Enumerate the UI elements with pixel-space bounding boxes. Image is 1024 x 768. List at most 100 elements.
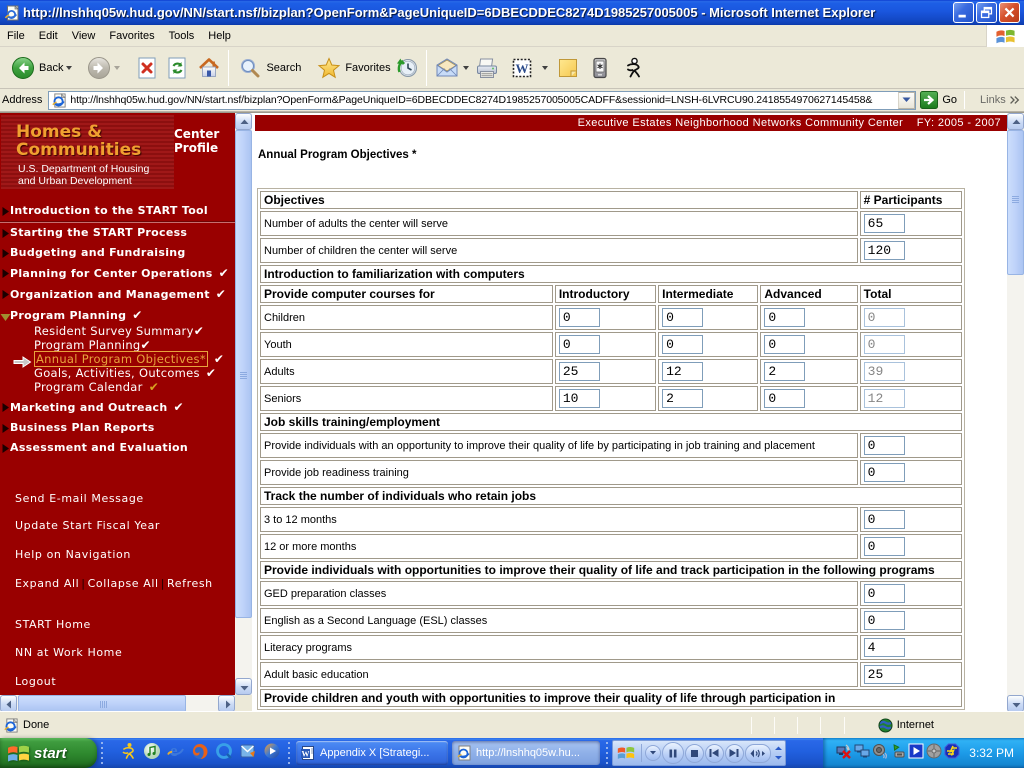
sidebar-link-update-start-fiscal-year[interactable]: Update Start Fiscal Year — [0, 520, 235, 532]
participants-input[interactable] — [864, 638, 905, 657]
left-frame-hscrollbar[interactable] — [0, 695, 235, 712]
main-vscrollbar[interactable] — [1007, 113, 1024, 712]
mail-dropdown[interactable] — [463, 66, 469, 70]
go-button[interactable]: Go — [920, 91, 957, 109]
quicklaunch-itunes-icon[interactable] — [140, 742, 164, 765]
tray-media-play-icon[interactable] — [907, 743, 925, 764]
tray-disc-icon[interactable] — [925, 743, 943, 764]
sidebar-link-expand-all[interactable]: Expand All — [15, 577, 79, 590]
edit-with-word-button[interactable]: W — [506, 49, 552, 87]
count-input[interactable] — [559, 335, 600, 354]
menu-view[interactable]: View — [65, 27, 103, 45]
taskband-grip[interactable] — [286, 742, 292, 764]
count-input[interactable] — [662, 335, 703, 354]
nav-item-budgeting-and-fundraising[interactable]: Budgeting and Fundraising — [0, 243, 235, 263]
print-button[interactable] — [470, 49, 504, 87]
left-vscroll-up-button[interactable] — [235, 113, 252, 130]
nav-item-planning-for-center-operations[interactable]: Planning for Center Operations✔ — [0, 263, 235, 284]
sidebar-link-help-on-navigation[interactable]: Help on Navigation — [0, 549, 235, 561]
start-button[interactable]: start — [0, 738, 97, 768]
participants-input[interactable] — [864, 665, 905, 684]
count-input[interactable] — [559, 308, 600, 327]
count-input[interactable] — [559, 389, 600, 408]
quicklaunch-firefox-icon[interactable] — [188, 742, 212, 765]
participants-input[interactable] — [864, 436, 905, 455]
left-hscroll-left-button[interactable] — [0, 695, 17, 712]
nav-item-business-plan-reports[interactable]: Business Plan Reports — [0, 418, 235, 438]
search-button[interactable]: Search — [234, 49, 305, 87]
left-vscroll-thumb[interactable] — [235, 130, 252, 618]
aim-button[interactable] — [617, 49, 649, 87]
favorites-button[interactable]: Favorites — [313, 49, 394, 87]
participants-input[interactable] — [864, 537, 905, 556]
sidebar-link-send-e-mail-message[interactable]: Send E-mail Message — [0, 493, 235, 505]
address-input[interactable]: http://lnshhq05w.hud.gov/NN/start.nsf/bi… — [48, 91, 916, 110]
participants-input[interactable] — [864, 584, 905, 603]
forward-dropdown[interactable] — [114, 66, 120, 70]
sidebar-link-nn-at-work-home[interactable]: NN at Work Home — [0, 647, 235, 659]
messenger-button[interactable] — [585, 49, 615, 87]
count-input[interactable] — [764, 308, 805, 327]
wmp-previous-button[interactable] — [705, 744, 724, 763]
nav-item-marketing-and-outreach[interactable]: Marketing and Outreach✔ — [0, 397, 235, 418]
tray-speaker-icon[interactable] — [871, 743, 889, 764]
sidebar-link-collapse-all[interactable]: Collapse All — [88, 577, 159, 590]
menu-tools[interactable]: Tools — [162, 27, 202, 45]
minimize-button[interactable] — [953, 2, 974, 23]
quicklaunch-outlook-icon[interactable] — [236, 742, 260, 765]
menu-edit[interactable]: Edit — [32, 27, 65, 45]
word-edit-dropdown[interactable] — [542, 66, 548, 70]
back-dropdown[interactable] — [66, 66, 72, 70]
participants-input[interactable] — [864, 463, 905, 482]
tray-wifi-error-icon[interactable] — [835, 743, 853, 764]
quicklaunch-aim-icon[interactable] — [116, 742, 140, 765]
quicklaunch-quicktime-icon[interactable] — [212, 742, 236, 765]
taskbar-window-2[interactable]: http://lnshhq05w.hu... — [452, 741, 600, 765]
nav-item-program-planning[interactable]: Program Planning✔ — [0, 305, 235, 326]
sidebar-link-refresh[interactable]: Refresh — [167, 577, 213, 590]
nav-item-organization-and-management[interactable]: Organization and Management✔ — [0, 284, 235, 305]
wmp-grip[interactable] — [604, 742, 610, 764]
participants-input[interactable] — [864, 214, 905, 233]
count-input[interactable] — [662, 389, 703, 408]
tray-power-icon[interactable] — [943, 743, 961, 764]
main-vscroll-up-button[interactable] — [1007, 113, 1024, 130]
nav-item-introduction-to-the-start-tool[interactable]: Introduction to the START Tool — [0, 201, 235, 221]
main-vscroll-thumb[interactable] — [1007, 130, 1024, 275]
tray-network-icon[interactable] — [853, 743, 871, 764]
restore-button[interactable] — [976, 2, 997, 23]
count-input[interactable] — [764, 389, 805, 408]
count-input[interactable] — [764, 335, 805, 354]
left-frame-vscrollbar[interactable] — [235, 113, 252, 695]
nav-item-annual-program-objectives[interactable]: Annual Program Objectives*✔ — [0, 352, 235, 366]
wmp-stop-button[interactable] — [685, 744, 704, 763]
count-input[interactable] — [764, 362, 805, 381]
links-zone[interactable]: Links — [980, 94, 1020, 106]
menu-help[interactable]: Help — [201, 27, 238, 45]
nav-item-program-calendar[interactable]: Program Calendar✔ — [0, 380, 235, 394]
count-input[interactable] — [559, 362, 600, 381]
wmp-pause-button[interactable] — [662, 742, 684, 764]
wmp-menu-button[interactable] — [645, 745, 661, 761]
discuss-button[interactable] — [552, 49, 584, 87]
participants-input[interactable] — [864, 611, 905, 630]
home-button[interactable] — [193, 49, 225, 87]
left-hscroll-thumb[interactable] — [18, 695, 186, 712]
participants-input[interactable] — [864, 241, 905, 260]
nav-item-goals-activities-outcomes[interactable]: Goals, Activities, Outcomes✔ — [0, 366, 235, 380]
sidebar-link-start-home[interactable]: START Home — [0, 619, 235, 631]
main-vscroll-down-button[interactable] — [1007, 695, 1024, 712]
nav-item-starting-the-start-process[interactable]: Starting the START Process — [0, 223, 235, 243]
left-vscroll-down-button[interactable] — [235, 678, 252, 695]
wmp-next-button[interactable] — [725, 744, 744, 763]
count-input[interactable] — [662, 362, 703, 381]
forward-button[interactable] — [83, 49, 124, 87]
sidebar-link-logout[interactable]: Logout — [0, 676, 235, 688]
participants-input[interactable] — [864, 510, 905, 529]
address-dropdown[interactable] — [898, 92, 915, 109]
tray-remove-hardware-icon[interactable] — [889, 743, 907, 764]
quicklaunch-ie-icon[interactable]: e — [164, 742, 188, 765]
back-button[interactable]: Back — [7, 49, 76, 87]
menu-favorites[interactable]: Favorites — [102, 27, 161, 45]
history-button[interactable] — [391, 49, 423, 87]
